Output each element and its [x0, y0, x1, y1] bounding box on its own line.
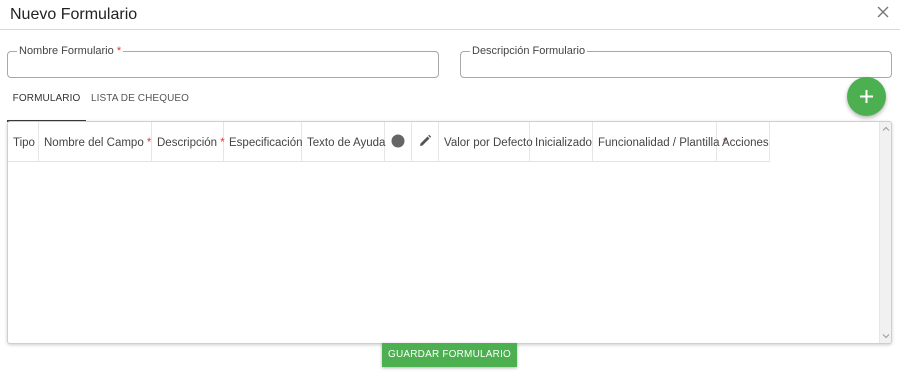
column-header-nombre-campo[interactable]: Nombre del Campo *	[39, 122, 152, 162]
scroll-up-icon[interactable]	[882, 125, 890, 133]
tab-formulario[interactable]: FORMULARIO	[7, 86, 86, 122]
fields-table: Tipo Nombre del Campo * Descripción * Es…	[7, 121, 892, 344]
column-header-circle[interactable]	[385, 122, 412, 162]
column-header-tipo[interactable]: Tipo	[8, 122, 39, 162]
new-form-dialog: Nuevo Formulario Nombre Formulario * Des…	[0, 0, 900, 376]
table-scrollbar[interactable]	[879, 122, 891, 343]
column-header-funcionalidad[interactable]: Funcionalidad / Plantilla *	[593, 122, 727, 162]
column-header-inicializado[interactable]: Inicializado	[530, 122, 593, 162]
required-marker: *	[116, 45, 122, 57]
close-icon[interactable]	[874, 3, 892, 21]
form-name-field: Nombre Formulario *	[7, 45, 439, 78]
dialog-header: Nuevo Formulario	[0, 0, 900, 30]
save-form-button[interactable]: GUARDAR FORMULARIO	[382, 343, 517, 367]
column-header-acciones[interactable]: Acciones	[717, 122, 770, 162]
form-description-field: Descripción Formulario	[460, 45, 892, 78]
scroll-down-icon[interactable]	[882, 332, 890, 340]
table-header: Tipo Nombre del Campo * Descripción * Es…	[8, 122, 770, 162]
circle-icon	[391, 134, 405, 148]
tab-lista-de-chequeo[interactable]: LISTA DE CHEQUEO	[86, 86, 194, 122]
column-header-texto-ayuda[interactable]: Texto de Ayuda	[302, 122, 385, 162]
dialog-title: Nuevo Formulario	[10, 6, 138, 23]
column-header-descripcion[interactable]: Descripción *	[152, 122, 225, 162]
add-field-button[interactable]	[847, 77, 886, 116]
form-name-input[interactable]	[16, 57, 430, 77]
form-name-label: Nombre Formulario *	[19, 45, 122, 57]
form-description-label: Descripción Formulario	[472, 45, 586, 57]
column-header-edit[interactable]	[412, 122, 439, 162]
column-header-especificacion[interactable]: Especificación	[224, 122, 303, 162]
plus-icon	[860, 90, 873, 103]
form-description-input[interactable]	[469, 57, 883, 77]
pencil-icon	[420, 135, 432, 147]
column-header-valor-defecto[interactable]: Valor por Defecto	[439, 122, 533, 162]
